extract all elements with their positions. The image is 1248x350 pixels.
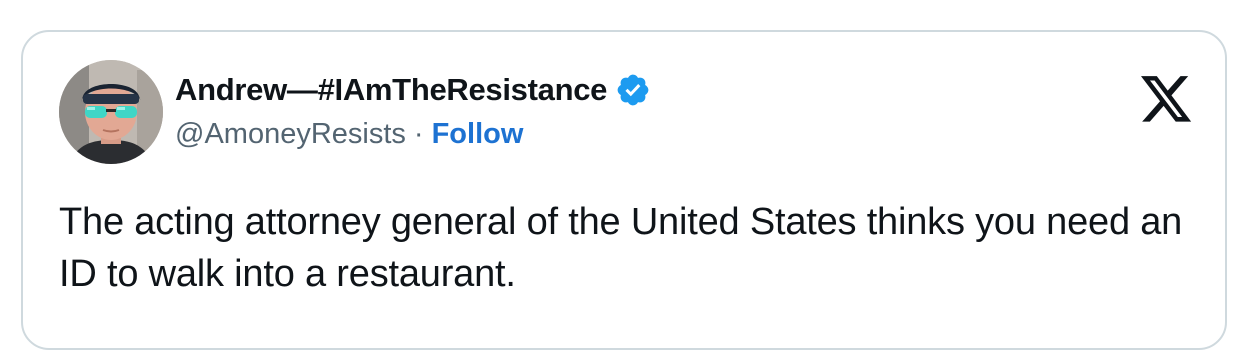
handle-row: @AmoneyResists · Follow	[175, 118, 651, 151]
tweet-embed-card[interactable]: Andrew—#IAmTheResistance @AmoneyResists …	[21, 30, 1227, 350]
author-handle[interactable]: @AmoneyResists	[175, 118, 406, 151]
x-logo-icon[interactable]	[1141, 76, 1193, 124]
name-row: Andrew—#IAmTheResistance	[175, 70, 651, 110]
verified-badge-icon	[615, 72, 651, 108]
avatar[interactable]	[59, 60, 163, 164]
author-display-name[interactable]: Andrew—#IAmTheResistance	[175, 72, 607, 108]
separator-dot: ·	[413, 118, 424, 150]
author-header: Andrew—#IAmTheResistance @AmoneyResists …	[175, 70, 651, 151]
tweet-text: The acting attorney general of the Unite…	[59, 201, 1183, 295]
follow-button[interactable]: Follow	[432, 118, 524, 151]
